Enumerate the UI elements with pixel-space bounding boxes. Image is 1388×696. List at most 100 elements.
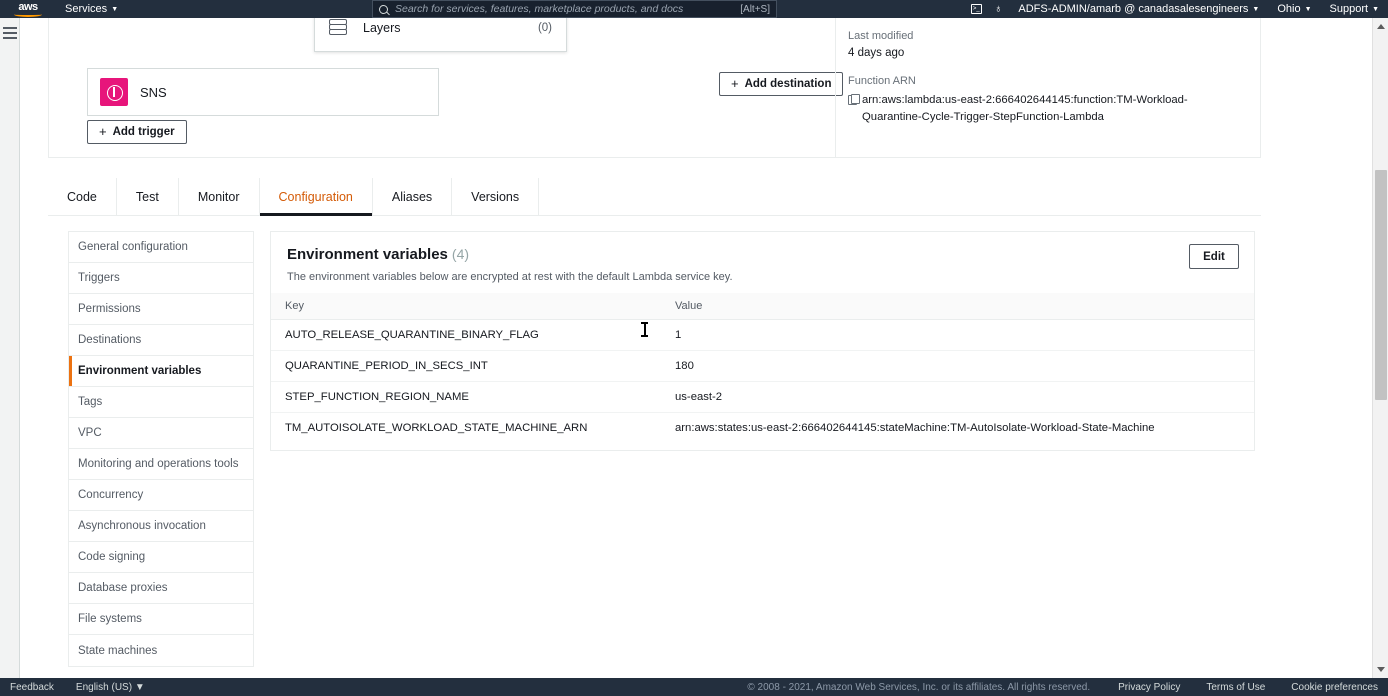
chevron-down-icon: ▼: [134, 681, 145, 693]
cell-value: 1: [661, 319, 1254, 351]
tab-monitor[interactable]: Monitor: [179, 178, 260, 215]
aws-logo[interactable]: aws: [0, 0, 56, 18]
sidebar-item-vpc[interactable]: VPC: [69, 418, 253, 449]
scroll-down-arrow-icon[interactable]: [1377, 667, 1385, 672]
tab-label: Configuration: [278, 189, 353, 204]
cloudshell-button[interactable]: >_: [965, 0, 987, 18]
language-label: English (US): [75, 681, 133, 693]
sidebar-item-label: Permissions: [78, 303, 141, 315]
sidebar-item-file-systems[interactable]: File systems: [69, 604, 253, 635]
add-trigger-button[interactable]: + Add trigger: [87, 120, 187, 144]
sidebar-item-label: VPC: [78, 427, 102, 439]
vertical-scrollbar[interactable]: [1372, 18, 1388, 678]
scroll-up-arrow-icon[interactable]: [1377, 24, 1385, 29]
column-header-key: Key: [271, 293, 661, 320]
region-menu-label: Ohio: [1277, 3, 1301, 15]
add-destination-button[interactable]: + Add destination: [719, 72, 844, 96]
tab-versions[interactable]: Versions: [452, 178, 540, 215]
add-destination-label: Add destination: [744, 78, 832, 90]
cookie-preferences-link[interactable]: Cookie preferences: [1291, 682, 1378, 693]
scrollbar-thumb[interactable]: [1375, 170, 1387, 400]
page-title: Environment variables: [287, 246, 448, 263]
sidebar-item-label: Concurrency: [78, 489, 144, 501]
aws-logo-smile: [14, 12, 42, 17]
text-cursor: [641, 322, 648, 337]
hamburger-bar: [3, 27, 17, 29]
column-header-value: Value: [661, 293, 1254, 320]
add-trigger-label: Add trigger: [112, 126, 175, 138]
notifications-button[interactable]: ♁: [987, 0, 1009, 18]
sidebar-item-tags[interactable]: Tags: [69, 387, 253, 418]
search-input[interactable]: Search for services, features, marketpla…: [395, 3, 740, 15]
footer-right: © 2008 - 2021, Amazon Web Services, Inc.…: [747, 682, 1378, 693]
sidebar-item-triggers[interactable]: Triggers: [69, 263, 253, 294]
sidebar-item-label: State machines: [78, 644, 158, 657]
privacy-policy-link[interactable]: Privacy Policy: [1118, 682, 1180, 693]
tab-test[interactable]: Test: [117, 178, 179, 215]
feedback-link[interactable]: Feedback: [10, 682, 54, 693]
copyright-text: © 2008 - 2021, Amazon Web Services, Inc.…: [747, 681, 1091, 693]
sidebar-item-monitoring-and-operations-tools[interactable]: Monitoring and operations tools: [69, 449, 253, 480]
tab-aliases[interactable]: Aliases: [373, 178, 453, 215]
sidebar-item-destinations[interactable]: Destinations: [69, 325, 253, 356]
table-row[interactable]: AUTO_RELEASE_QUARANTINE_BINARY_FLAG 1: [271, 319, 1254, 351]
edit-button[interactable]: Edit: [1189, 244, 1239, 269]
sidebar-item-label: Environment variables: [78, 365, 202, 377]
tab-label: Test: [135, 189, 159, 204]
support-menu[interactable]: Support ▼: [1321, 0, 1388, 18]
trigger-card-sns[interactable]: SNS: [87, 68, 439, 116]
panel-header: Environment variables (4) The environment…: [271, 232, 1254, 293]
tab-label: Code: [67, 189, 97, 204]
chevron-down-icon: ▼: [1372, 5, 1379, 13]
cell-key: AUTO_RELEASE_QUARANTINE_BINARY_FLAG: [271, 319, 661, 351]
cell-key: QUARANTINE_PERIOD_IN_SECS_INT: [271, 350, 661, 382]
search-icon: [379, 4, 388, 14]
last-modified-block: Last modified 4 days ago: [848, 30, 1246, 59]
layers-popover[interactable]: Layers (0): [314, 18, 567, 52]
tab-configuration[interactable]: Configuration: [259, 178, 373, 216]
cell-key: TM_AUTOISOLATE_WORKLOAD_STATE_MACHINE_AR…: [285, 422, 588, 434]
cell-value: arn:aws:states:us-east-2:666402644145:st…: [675, 422, 1155, 434]
sidebar-item-code-signing[interactable]: Code signing: [69, 542, 253, 573]
tab-code[interactable]: Code: [48, 178, 117, 215]
table-body: AUTO_RELEASE_QUARANTINE_BINARY_FLAG 1 QU…: [271, 319, 1254, 444]
account-menu[interactable]: ADFS-ADMIN/amarb @ canadasalesengineers …: [1009, 0, 1268, 18]
language-selector[interactable]: English (US) ▼: [76, 682, 145, 693]
sidebar-item-label: Database proxies: [78, 582, 168, 594]
table-header: Key Value: [271, 293, 1254, 320]
function-arn-block: Function ARN arn:aws:lambda:us-east-2:66…: [848, 75, 1246, 126]
chevron-down-icon: ▼: [111, 5, 119, 13]
hamburger-bar: [3, 37, 17, 39]
table-row[interactable]: TM_AUTOISOLATE_WORKLOAD_STATE_MACHINE_AR…: [271, 413, 1254, 444]
search-shortcut-hint: [Alt+S]: [740, 3, 770, 15]
sidebar-item-general-configuration[interactable]: General configuration: [69, 232, 253, 263]
terms-of-use-link[interactable]: Terms of Use: [1206, 682, 1265, 693]
layer-plate: [329, 29, 347, 35]
copy-icon[interactable]: [848, 94, 860, 105]
table-row[interactable]: STEP_FUNCTION_REGION_NAME us-east-2: [271, 381, 1254, 413]
region-menu[interactable]: Ohio ▼: [1268, 0, 1320, 18]
tab-label: Monitor: [197, 189, 240, 204]
hamburger-menu-icon[interactable]: [3, 27, 17, 42]
table-row[interactable]: QUARANTINE_PERIOD_IN_SECS_INT 180: [271, 350, 1254, 382]
sidebar-item-state-machines[interactable]: State machines: [69, 635, 253, 666]
configuration-sidebar: General configuration Triggers Permissio…: [68, 231, 254, 667]
sidebar-item-asynchronous-invocation[interactable]: Asynchronous invocation: [69, 511, 253, 542]
global-search-box[interactable]: Search for services, features, marketpla…: [372, 0, 777, 18]
sidebar-item-database-proxies[interactable]: Database proxies: [69, 573, 253, 604]
page-content: SNS + Add trigger + Add destination Last…: [20, 18, 1372, 678]
sidebar-item-permissions[interactable]: Permissions: [69, 294, 253, 325]
support-menu-label: Support: [1329, 3, 1369, 15]
environment-variables-count: (4): [451, 246, 470, 262]
chevron-down-icon: ▼: [1304, 5, 1312, 13]
layers-label: Layers: [363, 21, 401, 35]
sidebar-item-label: Tags: [78, 396, 103, 408]
sidebar-item-label: Monitoring and operations tools: [78, 458, 239, 470]
function-arn-row: arn:aws:lambda:us-east-2:666402644145:fu…: [848, 92, 1246, 126]
services-menu[interactable]: Services ▼: [56, 0, 127, 18]
page-footer: Feedback English (US) ▼ © 2008 - 2021, A…: [0, 678, 1388, 696]
sidebar-item-label: File systems: [78, 613, 142, 625]
sidebar-item-concurrency[interactable]: Concurrency: [69, 480, 253, 511]
sidebar-item-label: General configuration: [78, 241, 188, 253]
sidebar-item-environment-variables[interactable]: Environment variables: [69, 356, 253, 387]
